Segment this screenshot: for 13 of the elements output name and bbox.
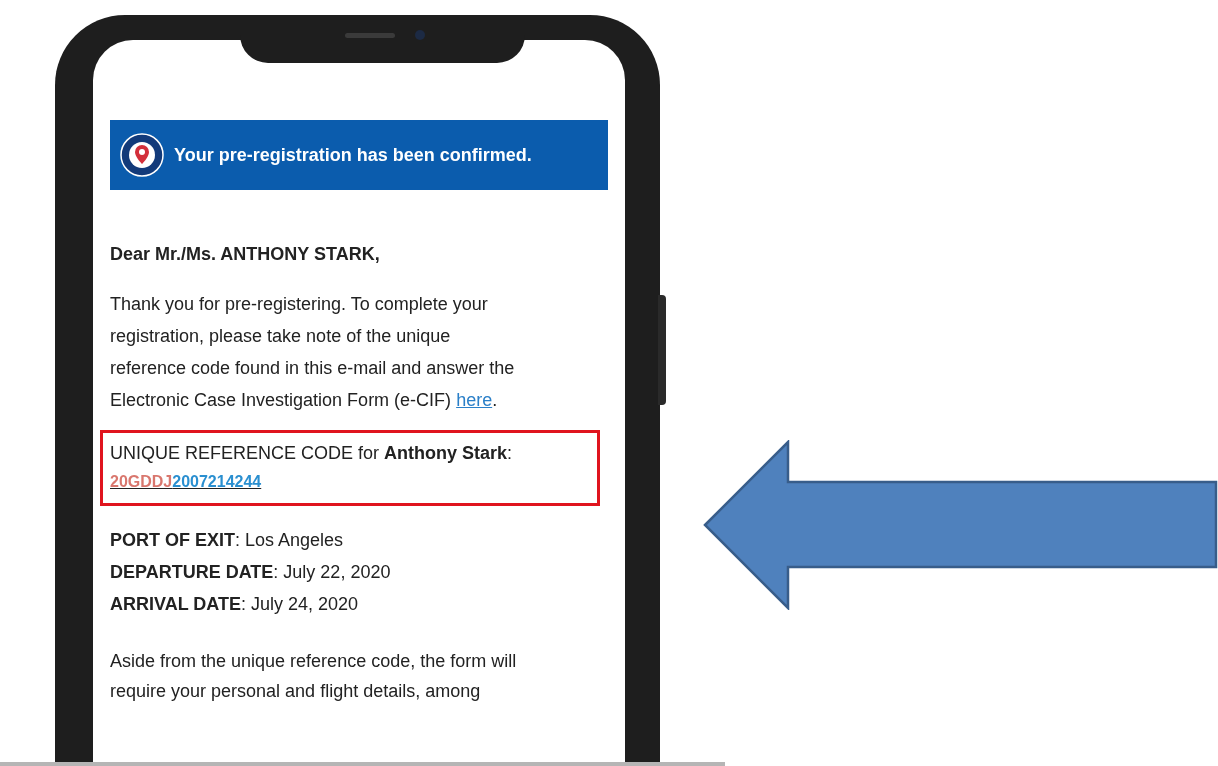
greeting: Dear Mr./Ms. ANTHONY STARK, — [110, 243, 381, 266]
here-link[interactable]: here — [456, 390, 493, 410]
closing-paragraph: Aside from the unique reference code, the form will require your personal and flight details, among — [110, 650, 518, 703]
logo-icon — [120, 133, 164, 177]
detail-line: DEPARTURE DATE: July 22, 2020 — [110, 561, 392, 584]
speaker-icon — [345, 33, 395, 38]
detail-line: PORT OF EXIT: Los Angeles — [110, 529, 345, 552]
banner-title: Your pre-registration has been confirmed. — [174, 144, 532, 167]
reference-code: 20GDDJ2007214244 — [110, 472, 263, 492]
reference-label: UNIQUE REFERENCE CODE for Anthony Stark: — [110, 442, 514, 465]
camera-icon — [415, 30, 425, 40]
intro-paragraph: Thank you for pre-registering. To complete your registration, please take note of the unique reference code found in this e-mail and answer the Electronic Case Investigation Form (e-CIF) here. — [110, 293, 516, 412]
detail-line: ARRIVAL DATE: July 24, 2020 — [110, 593, 360, 616]
